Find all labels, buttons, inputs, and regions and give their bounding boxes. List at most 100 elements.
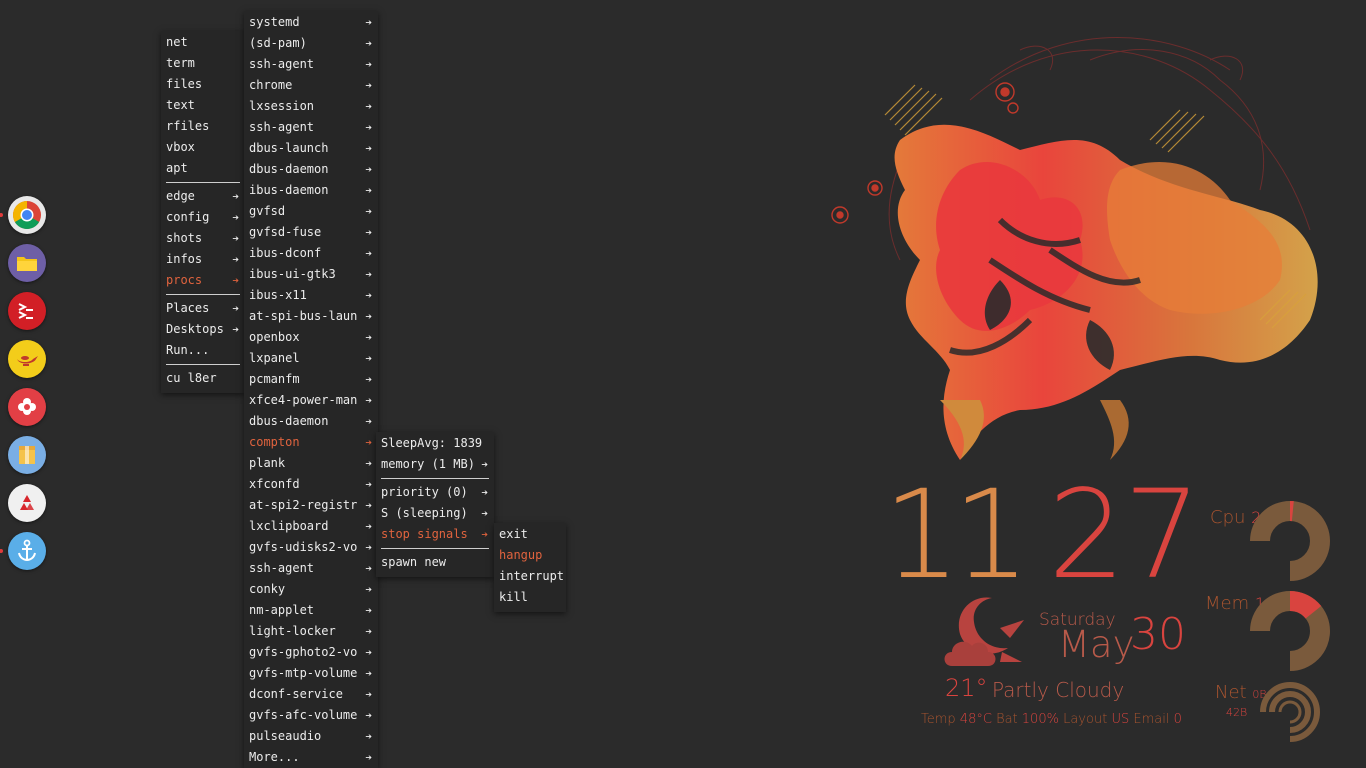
menu-item-net[interactable]: net xyxy=(161,32,245,53)
process-item[interactable]: (sd-pam) ➔ xyxy=(244,33,378,54)
process-item[interactable]: lxsession ➔ xyxy=(244,96,378,117)
weather-condition: Partly Cloudy xyxy=(992,678,1125,702)
process-item[interactable]: ssh-agent ➔ xyxy=(244,117,378,138)
trash-icon[interactable] xyxy=(8,484,46,522)
running-indicator xyxy=(0,213,3,217)
process-item[interactable]: ssh-agent ➔ xyxy=(244,558,378,579)
menu-item-stop-signals[interactable]: stop signals ➔ xyxy=(376,524,494,545)
process-item[interactable]: More... ➔ xyxy=(244,747,378,768)
menu-item-desktops[interactable]: Desktops ➔ xyxy=(161,319,245,340)
menu-item-files[interactable]: files xyxy=(161,74,245,95)
process-item[interactable]: chrome ➔ xyxy=(244,75,378,96)
menu-item-run-[interactable]: Run... xyxy=(161,340,245,361)
process-item[interactable]: gvfs-udisks2-vo ➔ xyxy=(244,537,378,558)
menu-item-label: stop signals xyxy=(381,527,468,541)
submenu-arrow-icon: ➔ xyxy=(365,37,372,50)
chrome-icon[interactable] xyxy=(0,196,46,234)
submenu-arrow-icon: ➔ xyxy=(365,16,372,29)
menu-separator xyxy=(376,545,494,552)
files-icon[interactable] xyxy=(8,244,46,282)
submenu-arrow-icon: ➔ xyxy=(365,268,372,281)
menu-item-label: priority (0) xyxy=(381,485,468,499)
process-item[interactable]: at-spi-bus-laun ➔ xyxy=(244,306,378,327)
layout-value: US xyxy=(1111,712,1130,727)
process-item[interactable]: nm-applet ➔ xyxy=(244,600,378,621)
signal-item-exit[interactable]: exit xyxy=(494,524,566,545)
menu-item-sleepavg-1839[interactable]: SleepAvg: 1839 xyxy=(376,433,494,454)
submenu-arrow-icon: ➔ xyxy=(365,289,372,302)
menu-item-config[interactable]: config ➔ xyxy=(161,207,245,228)
genie-icon[interactable] xyxy=(8,340,46,378)
submenu-arrow-icon: ➔ xyxy=(365,583,372,596)
temp-value: 48°C xyxy=(959,712,992,727)
process-item[interactable]: openbox ➔ xyxy=(244,327,378,348)
process-item[interactable]: ibus-daemon ➔ xyxy=(244,180,378,201)
running-indicator xyxy=(0,549,3,553)
submenu-arrow-icon: ➔ xyxy=(365,436,372,449)
signal-item-hangup[interactable]: hangup xyxy=(494,545,566,566)
process-item[interactable]: pcmanfm ➔ xyxy=(244,369,378,390)
submenu-arrow-icon: ➔ xyxy=(481,458,488,471)
menu-item-infos[interactable]: infos ➔ xyxy=(161,249,245,270)
process-item[interactable]: plank ➔ xyxy=(244,453,378,474)
process-item[interactable]: ibus-x11 ➔ xyxy=(244,285,378,306)
menu-item-s-sleeping-[interactable]: S (sleeping) ➔ xyxy=(376,503,494,524)
menu-item-apt[interactable]: apt xyxy=(161,158,245,179)
status-line: Temp 48°C Bat 100% Layout US Email 0 xyxy=(921,712,1182,727)
process-item[interactable]: pulseaudio ➔ xyxy=(244,726,378,747)
process-item[interactable]: ibus-dconf ➔ xyxy=(244,243,378,264)
menu-item-label: config xyxy=(166,210,210,224)
weather-moon-cloud-icon xyxy=(944,597,1024,666)
menu-item-label: dbus-daemon xyxy=(249,414,329,428)
menu-item-procs[interactable]: procs ➔ xyxy=(161,270,245,291)
submenu-arrow-icon: ➔ xyxy=(365,520,372,533)
menu-item-term[interactable]: term xyxy=(161,53,245,74)
net-label: Net xyxy=(1215,682,1247,703)
process-item[interactable]: xfce4-power-man ➔ xyxy=(244,390,378,411)
menu-item-label: text xyxy=(166,98,195,112)
process-item[interactable]: conky ➔ xyxy=(244,579,378,600)
signal-item-interrupt[interactable]: interrupt xyxy=(494,566,566,587)
flower-app-icon[interactable] xyxy=(8,388,46,426)
archive-icon[interactable] xyxy=(8,436,46,474)
menu-item-text[interactable]: text xyxy=(161,95,245,116)
menu-item-spawn-new[interactable]: spawn new xyxy=(376,552,494,573)
process-item[interactable]: systemd ➔ xyxy=(244,12,378,33)
process-item[interactable]: gvfs-mtp-volume ➔ xyxy=(244,663,378,684)
process-item[interactable]: ssh-agent ➔ xyxy=(244,54,378,75)
terminal-icon[interactable] xyxy=(8,292,46,330)
signal-item-kill[interactable]: kill xyxy=(494,587,566,608)
chrome-logo xyxy=(13,201,41,229)
menu-item-priority-0-[interactable]: priority (0) ➔ xyxy=(376,482,494,503)
menu-separator xyxy=(376,475,494,482)
process-item[interactable]: gvfsd-fuse ➔ xyxy=(244,222,378,243)
menu-item-rfiles[interactable]: rfiles xyxy=(161,116,245,137)
process-item[interactable]: lxclipboard ➔ xyxy=(244,516,378,537)
bat-label: Bat xyxy=(996,712,1018,727)
process-item[interactable]: compton ➔ xyxy=(244,432,378,453)
submenu-arrow-icon: ➔ xyxy=(232,274,239,287)
menu-item-memory-1-mb-[interactable]: memory (1 MB) ➔ xyxy=(376,454,494,475)
menu-item-label: ibus-x11 xyxy=(249,288,307,302)
process-item[interactable]: ibus-ui-gtk3 ➔ xyxy=(244,264,378,285)
menu-item-label: dbus-daemon xyxy=(249,162,329,176)
process-item[interactable]: lxpanel ➔ xyxy=(244,348,378,369)
menu-item-cu-l8er[interactable]: cu l8er xyxy=(161,368,245,389)
menu-item-vbox[interactable]: vbox xyxy=(161,137,245,158)
process-item[interactable]: gvfs-gphoto2-vo ➔ xyxy=(244,642,378,663)
menu-item-edge[interactable]: edge ➔ xyxy=(161,186,245,207)
menu-item-label: lxclipboard xyxy=(249,519,329,533)
process-item[interactable]: at-spi2-registr ➔ xyxy=(244,495,378,516)
process-item[interactable]: light-locker ➔ xyxy=(244,621,378,642)
folder-icon xyxy=(17,257,37,271)
process-item[interactable]: dbus-daemon ➔ xyxy=(244,159,378,180)
process-item[interactable]: gvfsd ➔ xyxy=(244,201,378,222)
process-item[interactable]: xfconfd ➔ xyxy=(244,474,378,495)
process-item[interactable]: dbus-launch ➔ xyxy=(244,138,378,159)
process-item[interactable]: dconf-service ➔ xyxy=(244,684,378,705)
anchor-icon[interactable] xyxy=(0,532,46,570)
process-item[interactable]: gvfs-afc-volume ➔ xyxy=(244,705,378,726)
menu-item-places[interactable]: Places ➔ xyxy=(161,298,245,319)
process-item[interactable]: dbus-daemon ➔ xyxy=(244,411,378,432)
menu-item-shots[interactable]: shots ➔ xyxy=(161,228,245,249)
